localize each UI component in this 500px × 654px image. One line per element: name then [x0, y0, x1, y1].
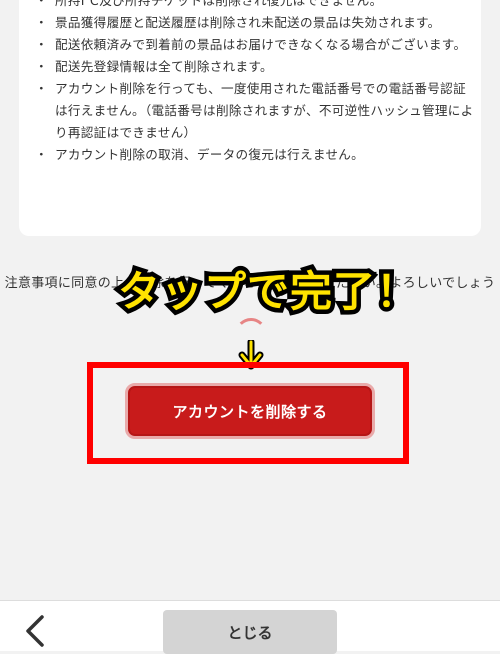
close-button[interactable]: とじる	[163, 610, 337, 654]
notice-item: アカウント削除を行っても、一度使用された電話番号での電話番号認証は行えません。（…	[35, 78, 475, 144]
chevron-left-icon[interactable]	[24, 614, 46, 648]
notice-item: 配送依頼済みで到着前の景品はお届けできなくなる場合がございます。	[35, 34, 475, 56]
notice-item: 所持I℃及び所持チケットは削除され復元はできません。	[35, 0, 475, 12]
notice-item: アカウント削除の取消、データの復元は行えません。	[35, 144, 475, 166]
notice-list: 所持I℃及び所持チケットは削除され復元はできません。 景品獲得履歴と配送履歴は削…	[35, 0, 475, 166]
tap-to-complete-annotation: タップで完了！	[113, 263, 422, 321]
notice-item: 景品獲得履歴と配送履歴は削除され未配送の景品は失効されます。	[35, 12, 475, 34]
notice-card: 所持I℃及び所持チケットは削除され復元はできません。 景品獲得履歴と配送履歴は削…	[19, 0, 481, 236]
notice-item: 配送先登録情報は全て削除されます。	[35, 56, 475, 78]
delete-account-button[interactable]: アカウントを削除する	[125, 383, 375, 439]
